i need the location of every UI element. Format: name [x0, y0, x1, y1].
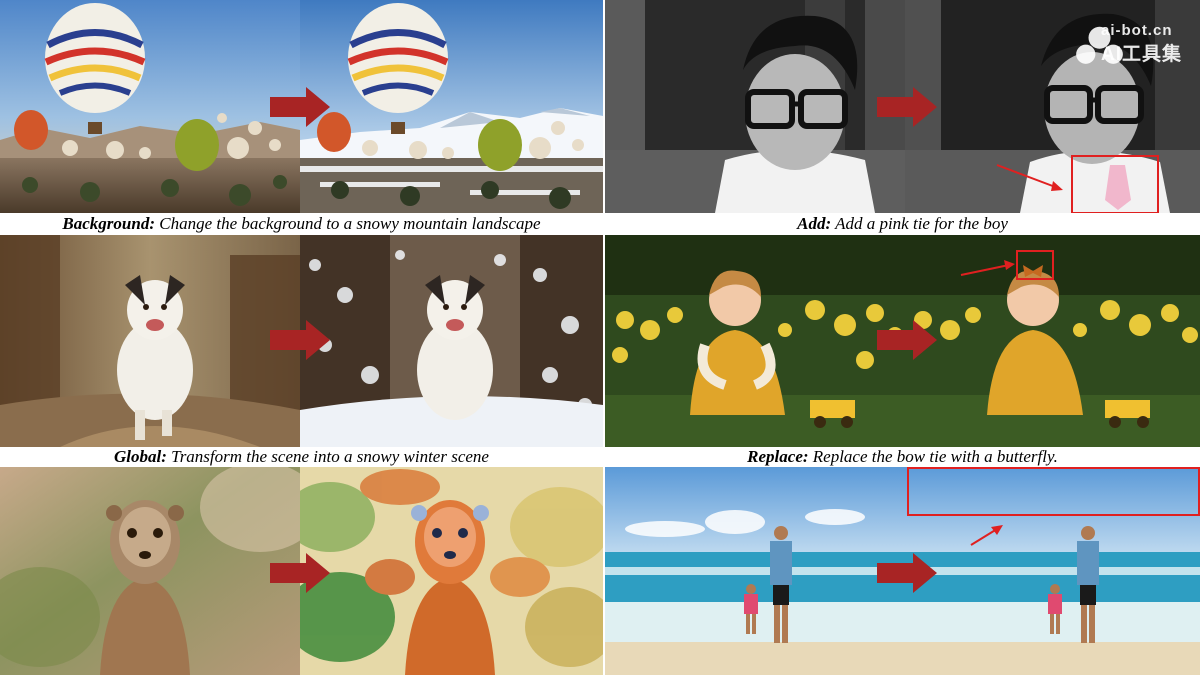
beach-edited-image — [905, 467, 1200, 675]
dog-edited-image — [300, 235, 603, 447]
caption-add-label: Add: — [797, 214, 832, 233]
girl-original-image — [605, 235, 905, 447]
watermark: ai-bot.cn AI工具集 — [1076, 22, 1182, 66]
transform-arrow-icon — [270, 553, 330, 593]
caption-global-label: Global: — [114, 447, 167, 466]
boy-original-image — [605, 0, 905, 213]
girl-edited-image — [905, 235, 1200, 447]
caption-replace-label: Replace: — [747, 447, 809, 466]
transform-arrow-icon — [877, 320, 937, 360]
beach-original-image — [605, 467, 905, 675]
caption-replace: Replace: Replace the bow tie with a butt… — [605, 448, 1200, 466]
caption-background-text: Change the background to a snowy mountai… — [154, 214, 541, 233]
boy-edited-image: ai-bot.cn AI工具集 — [905, 0, 1200, 213]
caption-background-label: Background: — [62, 214, 155, 233]
robot-logo-icon — [1076, 26, 1123, 64]
transform-arrow-icon — [270, 87, 330, 127]
transform-arrow-icon — [877, 553, 937, 593]
balloons-original-image — [0, 0, 300, 213]
transform-arrow-icon — [270, 320, 330, 360]
caption-add: Add: Add a pink tie for the boy — [605, 215, 1200, 233]
caption-add-text: Add a pink tie for the boy — [831, 214, 1008, 233]
caption-global: Global: Transform the scene into a snowy… — [0, 448, 603, 466]
meerkat-edited-image — [300, 467, 603, 675]
balloons-edited-image — [300, 0, 603, 213]
meerkat-original-image — [0, 467, 300, 675]
transform-arrow-icon — [877, 87, 937, 127]
caption-replace-text: Replace the bow tie with a butterfly. — [808, 447, 1058, 466]
caption-global-text: Transform the scene into a snowy winter … — [166, 447, 489, 466]
caption-background: Background: Change the background to a s… — [0, 215, 603, 233]
dog-original-image — [0, 235, 300, 447]
